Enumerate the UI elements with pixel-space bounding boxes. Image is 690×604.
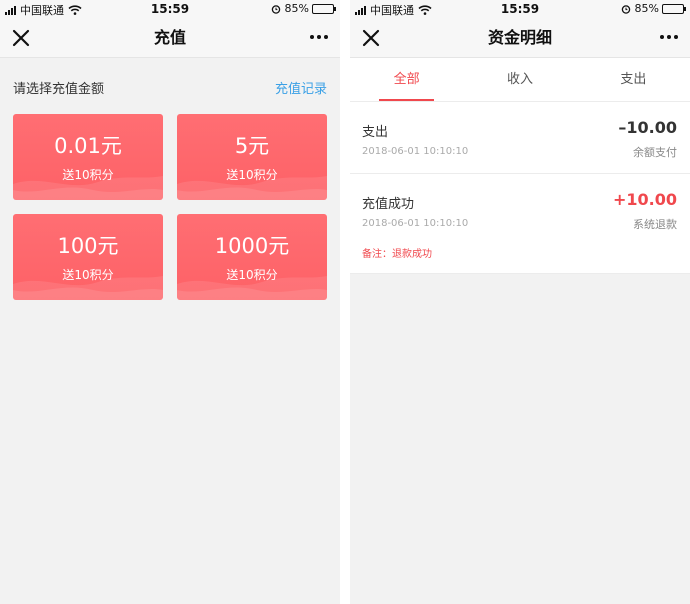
amount-value: 100元 — [57, 234, 119, 258]
tab-income[interactable]: 收入 — [463, 58, 576, 101]
transaction-title: 支出 — [362, 125, 389, 140]
bonus-text: 送10积分 — [226, 168, 278, 182]
amount-option-card[interactable]: 100元 送10积分 — [13, 214, 163, 300]
recharge-screen: 中国联通 15:59 85% 充值 请选择充值金额 充值记录 0.01元 送10… — [0, 0, 340, 604]
battery-percent: 85% — [634, 2, 659, 15]
amount-option-card[interactable]: 1000元 送10积分 — [177, 214, 327, 300]
more-icon[interactable] — [307, 35, 328, 39]
transaction-list: 支出 2018-06-01 10:10:10 –10.00 余额支付 充值成功 … — [350, 102, 690, 274]
select-amount-label: 请选择充值金额 — [13, 82, 105, 97]
battery-icon — [312, 3, 336, 14]
transaction-note: 备注：退款成功 — [362, 249, 432, 260]
transaction-date: 2018-06-01 10:10:10 — [362, 218, 469, 229]
transaction-title: 充值成功 — [362, 197, 415, 212]
amount-option-card[interactable]: 5元 送10积分 — [177, 114, 327, 200]
recharge-header: 请选择充值金额 充值记录 — [0, 58, 340, 114]
screenshot-stage: 中国联通 15:59 85% 充值 请选择充值金额 充值记录 0.01元 送10… — [0, 0, 690, 604]
transaction-method: 余额支付 — [633, 146, 677, 159]
recharge-history-link[interactable]: 充值记录 — [275, 78, 327, 97]
bonus-text: 送10积分 — [226, 268, 278, 282]
battery-icon — [662, 3, 686, 14]
alarm-icon — [621, 4, 630, 14]
amount-value: 5元 — [234, 134, 270, 158]
amount-value: 1000元 — [214, 234, 290, 258]
alarm-icon — [271, 4, 280, 14]
transaction-amount: –10.00 — [618, 118, 677, 137]
amount-grid: 0.01元 送10积分 5元 送10积分 100元 送10积分 1000元 送1… — [0, 114, 340, 314]
transaction-date: 2018-06-01 10:10:10 — [362, 146, 469, 157]
more-icon[interactable] — [657, 35, 678, 39]
status-right: 85% — [621, 2, 686, 15]
amount-value: 0.01元 — [54, 134, 122, 158]
page-title: 资金明细 — [487, 28, 552, 47]
status-bar: 中国联通 15:59 85% — [0, 0, 340, 18]
transaction-row[interactable]: 支出 2018-06-01 10:10:10 –10.00 余额支付 — [350, 102, 690, 174]
transaction-row[interactable]: 充值成功 2018-06-01 10:10:10 +10.00 系统退款 备注：… — [350, 174, 690, 274]
transaction-amount: +10.00 — [612, 190, 677, 209]
filter-tabs: 全部 收入 支出 — [350, 58, 690, 102]
nav-bar: 资金明细 — [350, 18, 690, 58]
tab-all[interactable]: 全部 — [350, 58, 463, 101]
nav-bar: 充值 — [0, 18, 340, 58]
fund-details-screen: 中国联通 15:59 85% 资金明细 全部 收入 支出 支出 2018-06-… — [350, 0, 690, 604]
battery-percent: 85% — [284, 2, 309, 15]
tab-expense[interactable]: 支出 — [577, 58, 690, 101]
bonus-text: 送10积分 — [62, 268, 114, 282]
amount-option-card[interactable]: 0.01元 送10积分 — [13, 114, 163, 200]
transaction-method: 系统退款 — [633, 218, 677, 231]
status-bar: 中国联通 15:59 85% — [350, 0, 690, 18]
bonus-text: 送10积分 — [62, 168, 114, 182]
page-title: 充值 — [153, 28, 186, 47]
status-right: 85% — [271, 2, 336, 15]
